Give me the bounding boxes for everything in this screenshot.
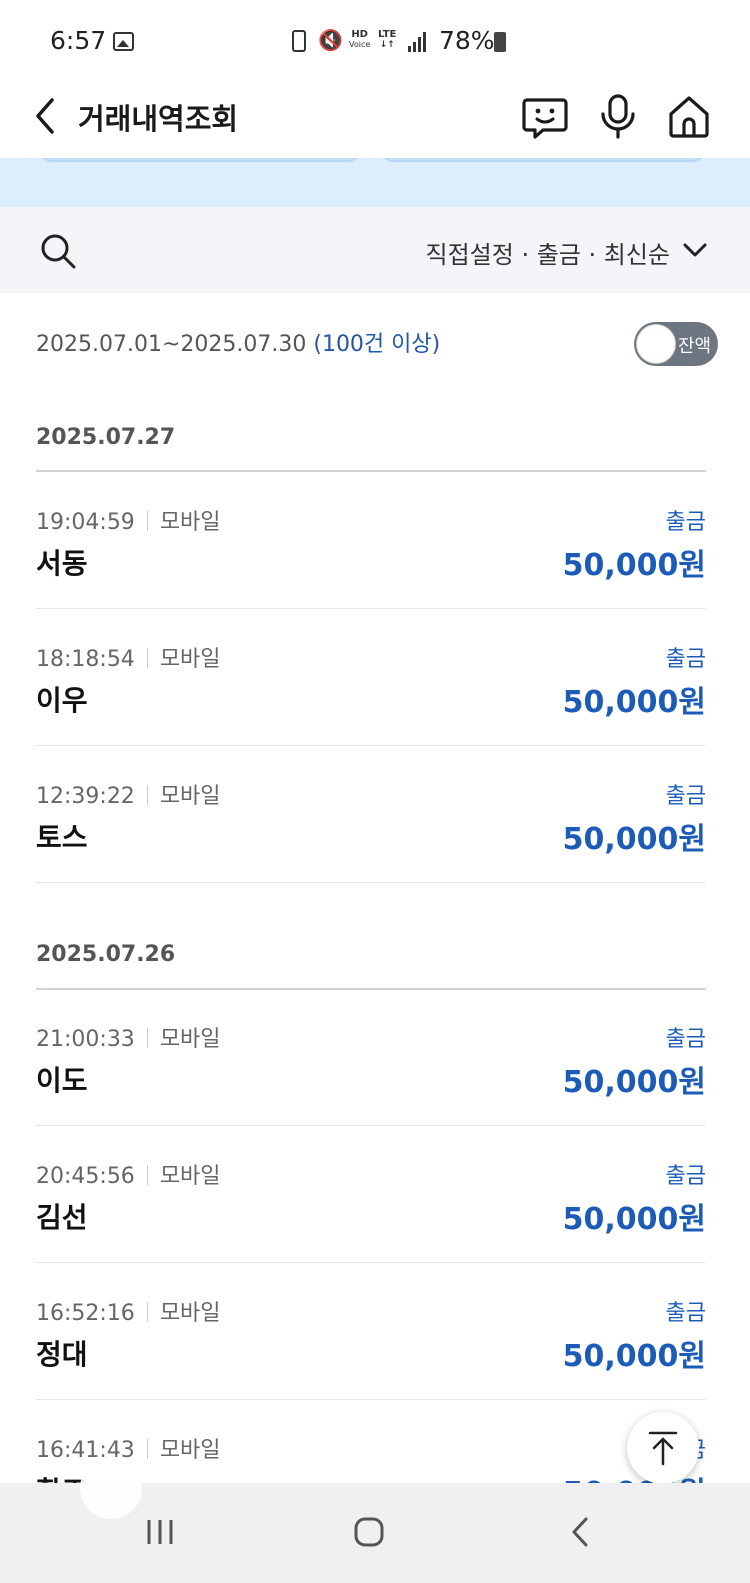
- filter-bar: 직접설정 · 출금 · 최신순: [0, 207, 750, 293]
- transaction-name: 김선: [36, 1201, 88, 1234]
- status-time: 6:57: [50, 26, 107, 55]
- left-tab-pill[interactable]: [38, 158, 362, 162]
- lte-icon: LTE ↓↑: [378, 29, 397, 51]
- account-summary-band: [0, 158, 750, 207]
- result-count: (100건 이상): [313, 332, 441, 357]
- transaction-amount: 50,000원: [562, 1065, 706, 1100]
- transaction-amount: 50,000원: [562, 1202, 706, 1237]
- lte-label: LTE: [378, 29, 397, 40]
- transaction-time-line: 12:39:22 모바일: [36, 778, 221, 810]
- transaction-channel: 모바일: [159, 510, 221, 535]
- transaction-row[interactable]: 19:04:59 모바일 서동 출금 50,000원: [36, 472, 706, 609]
- period-range: 2025.07.01~2025.07.30: [36, 332, 307, 357]
- transaction-channel: 모바일: [159, 1164, 221, 1189]
- transaction-channel: 모바일: [159, 1301, 221, 1326]
- voice-button[interactable]: [594, 92, 642, 140]
- arrow-up-icon: [648, 1431, 678, 1466]
- transaction-type: 출금: [665, 510, 706, 535]
- transaction-row[interactable]: 18:18:54 모바일 이우 출금 50,000원: [36, 609, 706, 746]
- transaction-time: 18:18:54: [36, 647, 135, 672]
- chevron-down-icon: [683, 243, 707, 257]
- transaction-row[interactable]: 21:00:33 모바일 이도 출금 50,000원: [36, 989, 706, 1126]
- hd-label: HD: [351, 29, 368, 40]
- transaction-amount: 50,000원: [562, 548, 706, 583]
- toggle-knob: [636, 324, 676, 364]
- transaction-amount: 50,000원: [562, 822, 706, 857]
- transaction-type: 출금: [665, 1027, 706, 1052]
- transaction-name: 이도: [36, 1064, 88, 1097]
- transaction-channel: 모바일: [159, 1027, 221, 1052]
- home-icon: [669, 96, 709, 138]
- toggle-label: 잔액: [678, 336, 712, 357]
- recents-button[interactable]: [136, 1507, 186, 1557]
- transaction-type: 출금: [665, 1164, 706, 1189]
- balance-toggle[interactable]: 잔액: [634, 322, 718, 366]
- transaction-row[interactable]: 12:39:22 모바일 토스 출금 50,000원: [36, 746, 706, 883]
- search-icon: [41, 234, 76, 269]
- transaction-time-line: 16:41:43 모바일: [36, 1432, 221, 1464]
- period-summary: 2025.07.01~2025.07.30 (100건 이상): [36, 326, 440, 358]
- transaction-name: 서동: [36, 547, 88, 580]
- mute-icon: 🔇: [318, 28, 343, 52]
- chevron-left-icon: [36, 98, 54, 134]
- page-title: 거래내역조회: [78, 102, 239, 136]
- status-bar: 6:57 🔇 HD Voice LTE ↓↑ 78%: [0, 0, 750, 80]
- transaction-time: 19:04:59: [36, 510, 135, 535]
- microphone-icon: [601, 94, 635, 139]
- date-header: 2025.07.27: [36, 425, 176, 450]
- transaction-time: 12:39:22: [36, 784, 135, 809]
- back-button[interactable]: [30, 94, 70, 138]
- transaction-time: 21:00:33: [36, 1027, 135, 1052]
- transaction-type: 출금: [665, 647, 706, 672]
- transaction-amount: 50,000원: [562, 685, 706, 720]
- signal-icon: [408, 32, 426, 52]
- transaction-channel: 모바일: [159, 647, 221, 672]
- back-nav-button[interactable]: [556, 1507, 606, 1557]
- voice-label: Voice: [349, 40, 371, 49]
- gallery-icon: [113, 32, 134, 51]
- transaction-time-line: 19:04:59 모바일: [36, 504, 221, 536]
- battery-saver-icon: [292, 30, 306, 52]
- right-tab-pill[interactable]: [380, 158, 706, 162]
- search-button[interactable]: [38, 231, 78, 271]
- transaction-time: 16:52:16: [36, 1301, 135, 1326]
- hd-voice-icon: HD Voice: [349, 30, 370, 50]
- chatbot-icon: [522, 98, 568, 139]
- transaction-row[interactable]: 20:45:56 모바일 김선 출금 50,000원: [36, 1126, 706, 1263]
- chatbot-button[interactable]: [521, 92, 569, 140]
- transaction-channel: 모바일: [159, 784, 221, 809]
- transaction-amount: 50,000원: [562, 1339, 706, 1374]
- assistant-touch-circle[interactable]: [80, 1457, 142, 1519]
- transaction-time-line: 20:45:56 모바일: [36, 1158, 221, 1190]
- date-header: 2025.07.26: [36, 942, 176, 967]
- recents-icon: [147, 1520, 173, 1544]
- app-header: 거래내역조회: [0, 80, 750, 158]
- transaction-time-line: 16:52:16 모바일: [36, 1295, 221, 1327]
- back-chevron-icon: [572, 1517, 588, 1547]
- transaction-name: 정대: [36, 1338, 88, 1371]
- transaction-name: 토스: [36, 821, 88, 854]
- transaction-time: 20:45:56: [36, 1164, 135, 1189]
- battery-icon: [494, 32, 506, 52]
- filter-summary[interactable]: 직접설정 · 출금 · 최신순: [426, 235, 671, 270]
- transaction-type: 출금: [665, 1301, 706, 1326]
- scroll-to-top-button[interactable]: [627, 1412, 699, 1484]
- battery-percent: 78%: [439, 26, 495, 55]
- transaction-name: 이우: [36, 684, 88, 717]
- home-button[interactable]: [665, 92, 713, 140]
- transaction-time-line: 21:00:33 모바일: [36, 1021, 221, 1053]
- transaction-channel: 모바일: [159, 1438, 221, 1463]
- transaction-row[interactable]: 16:52:16 모바일 정대 출금 50,000원: [36, 1263, 706, 1400]
- home-square-icon: [354, 1517, 384, 1547]
- transaction-time-line: 18:18:54 모바일: [36, 641, 221, 673]
- system-nav-bar: [0, 1457, 750, 1583]
- filter-dropdown-button[interactable]: [682, 237, 708, 263]
- transaction-type: 출금: [665, 784, 706, 809]
- home-nav-button[interactable]: [344, 1507, 394, 1557]
